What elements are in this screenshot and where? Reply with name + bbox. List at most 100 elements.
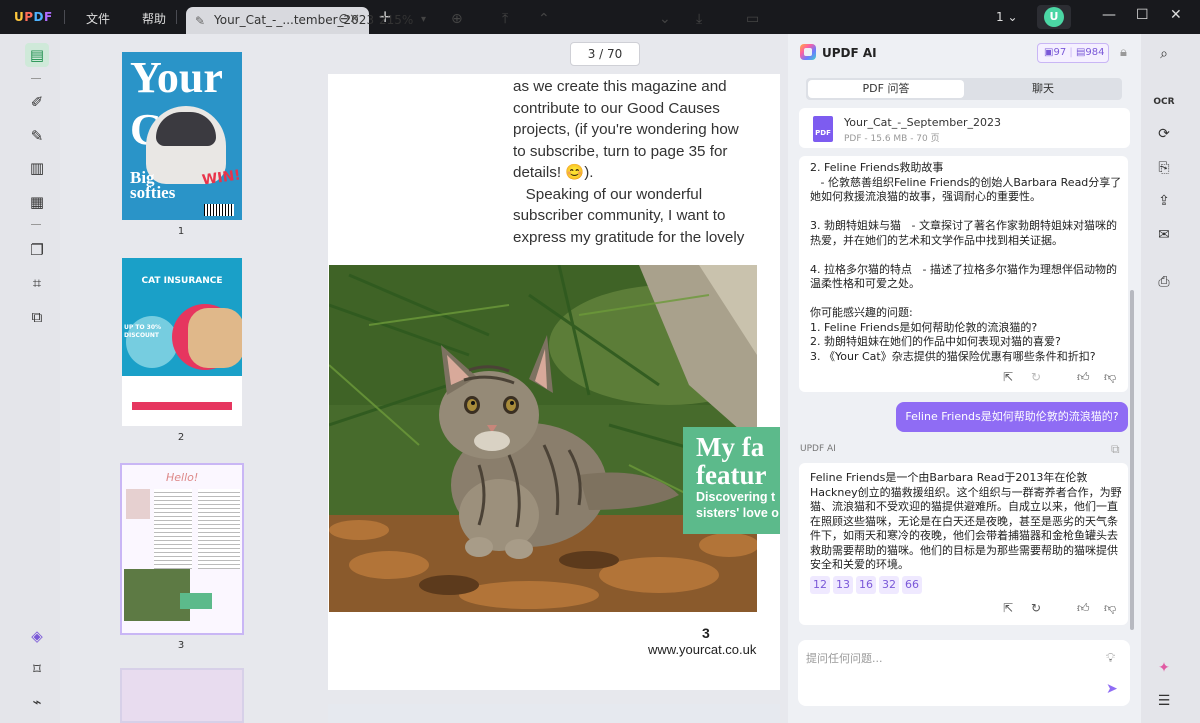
text-column <box>154 489 192 569</box>
thumbnail-page-2[interactable]: CAT INSURANCE UP TO 30% DISCOUNT <box>122 258 242 426</box>
zoom-out-icon[interactable]: ⊖ <box>338 11 350 27</box>
thumbnail-page-1[interactable]: Your Cat Big softies WIN! <box>122 52 242 220</box>
updf-logo: UPDF <box>14 10 53 24</box>
divider <box>176 10 177 24</box>
email-icon[interactable]: ✉ <box>1153 224 1175 246</box>
page-ref-chip[interactable]: 13 <box>833 576 853 594</box>
question-input[interactable]: 提问任何问题... <box>806 650 1096 666</box>
chat-scrollbar[interactable] <box>1130 290 1134 630</box>
regenerate-icon[interactable]: ↻ <box>1031 601 1041 615</box>
text-line: projects, (if you're wondering how <box>513 121 739 138</box>
presentation-icon[interactable]: ▭ <box>746 11 759 27</box>
convert-file-icon[interactable]: ⟳ <box>1153 123 1175 145</box>
updf-ai-logo-icon <box>800 44 816 60</box>
thumbnail-number: 1 <box>177 226 185 237</box>
hello-heading: Hello! <box>166 471 199 484</box>
maximize-icon[interactable]: ☐ <box>1136 7 1149 23</box>
tab-pdf-qa[interactable]: PDF 问答 <box>808 80 964 98</box>
highlighter-icon[interactable]: ✐ <box>25 90 49 114</box>
bookmark-icon[interactable]: ⌑ <box>25 657 49 681</box>
thumbs-down-icon[interactable]: 👎︎ <box>1104 601 1116 616</box>
lock-icon[interactable]: 🔒︎ <box>1120 45 1127 60</box>
thumbnail-page-4[interactable] <box>120 668 244 723</box>
export-icon[interactable]: ⇱ <box>1003 370 1013 384</box>
ocr-icon[interactable]: OCR <box>1153 91 1175 113</box>
ai-mode-tabs: PDF 问答 聊天 <box>806 78 1122 100</box>
thumbnail-number: 3 <box>177 640 185 651</box>
edit-pdf-icon[interactable]: ✎ <box>25 124 49 148</box>
title-bar: UPDF 文件 帮助 ✎ Your_Cat_-_...tember_2023 ✕… <box>0 0 1200 34</box>
banner-sub-2: sisters' love o <box>696 506 779 520</box>
thumbs-up-icon[interactable]: 👍︎ <box>1077 601 1090 616</box>
divider <box>64 10 65 24</box>
next-page-icon[interactable]: ⌄ <box>659 11 671 27</box>
thumbnail-page-3[interactable]: Hello! <box>120 463 244 635</box>
thumbs-up-icon[interactable]: 👍︎ <box>1077 370 1090 385</box>
page-references: 12 13 16 32 66 <box>810 576 925 594</box>
file-meta: PDF - 15.6 MB - 70 页 <box>844 134 940 144</box>
text-line: contribute to our Good Causes <box>513 99 720 117</box>
menu-file[interactable]: 文件 <box>86 10 110 27</box>
page-body-text: as we create this magazine and contribut… <box>513 76 773 248</box>
page-ref-chip[interactable]: 16 <box>856 576 876 594</box>
divider <box>31 78 41 79</box>
minimize-icon[interactable]: — <box>1102 7 1116 23</box>
quota-badge[interactable]: ▣97 | ▤984 <box>1037 43 1109 63</box>
send-icon[interactable]: ➤ <box>1106 681 1118 697</box>
updf-ai-icon[interactable]: ✦ <box>1153 657 1175 679</box>
banner-sub-1: Discovering t <box>696 490 776 504</box>
chat-quota-icon: ▤ <box>1075 47 1086 58</box>
zoom-dropdown-icon[interactable]: ▾ <box>421 14 426 25</box>
page-count-dropdown[interactable]: 1 ⌄ <box>996 10 1018 24</box>
search-icon[interactable]: ⌕ <box>1153 43 1175 65</box>
page-url-footer: www.yourcat.co.uk <box>648 642 757 657</box>
copy-icon[interactable]: ⧉ <box>1111 442 1120 457</box>
prompt-tips-lightbulb-icon[interactable]: 💡︎ <box>1106 651 1115 666</box>
last-page-icon[interactable]: ⤓ <box>696 11 702 27</box>
first-page-icon[interactable]: ⤒ <box>502 11 508 27</box>
previous-page-icon[interactable]: ⌃ <box>538 11 550 27</box>
pdf-file-icon: PDF <box>813 116 833 142</box>
text-line: express my gratitude for the lovely <box>513 228 745 246</box>
zoom-in-icon[interactable]: ⊕ <box>451 11 463 27</box>
ai-response-label: UPDF AI <box>800 444 836 454</box>
attachment-icon[interactable]: ⌁ <box>25 690 49 714</box>
avatar[interactable]: U <box>1037 5 1071 29</box>
form-icon[interactable]: ▥ <box>25 156 49 180</box>
zoom-level[interactable]: 215% <box>379 13 413 27</box>
protect-file-icon[interactable]: ⎘ <box>1153 157 1175 179</box>
convert-icon[interactable]: ▦ <box>25 190 49 214</box>
organize-pages-icon[interactable]: ❐ <box>25 238 49 262</box>
tab-chat[interactable]: 聊天 <box>964 78 1122 100</box>
page-ref-chip[interactable]: 32 <box>879 576 899 594</box>
close-window-icon[interactable]: ✕ <box>1170 7 1182 23</box>
page-ref-chip[interactable]: 66 <box>902 576 922 594</box>
regenerate-icon[interactable]: ↻ <box>1031 370 1041 384</box>
page-ref-chip[interactable]: 12 <box>810 576 830 594</box>
menu-help[interactable]: 帮助 <box>142 10 166 27</box>
feature-banner: My fa featur Discovering t sisters' love… <box>683 427 780 534</box>
banner-title-2: featur <box>696 460 767 490</box>
comment-icon[interactable]: ☰ <box>1153 690 1175 712</box>
page-number-footer: 3 <box>702 625 710 641</box>
layers-icon[interactable]: ◈ <box>25 624 49 648</box>
close-tab-icon[interactable]: ✕ <box>349 12 360 27</box>
page-number-input[interactable]: 3 / 70 <box>570 42 640 66</box>
file-name: Your_Cat_-_September_2023 <box>844 116 1001 129</box>
pdf-toolbar <box>312 34 788 74</box>
crop-icon[interactable]: ⌗ <box>25 271 49 295</box>
next-pdf-page <box>328 704 780 723</box>
text-line: as we create this magazine and <box>513 78 727 95</box>
ocr-icon[interactable]: ⧉ <box>25 305 49 329</box>
reader-mode-icon[interactable]: ▤ <box>25 43 49 67</box>
thumbs-down-icon[interactable]: 👎︎ <box>1104 370 1116 385</box>
share-icon[interactable]: ⇪ <box>1153 190 1175 212</box>
export-icon[interactable]: ⇱ <box>1003 601 1013 615</box>
green-banner <box>180 593 212 609</box>
text-column <box>198 489 240 569</box>
ai-message-1-text: 2. Feline Friends救助故事 - 伦敦慈善组织Feline Fri… <box>810 161 1122 363</box>
save-icon[interactable]: ⎙ <box>1153 271 1175 293</box>
divider <box>31 224 41 225</box>
banner-title-1: My fa <box>696 432 765 462</box>
text-line: subscriber community, I want to <box>513 207 726 224</box>
